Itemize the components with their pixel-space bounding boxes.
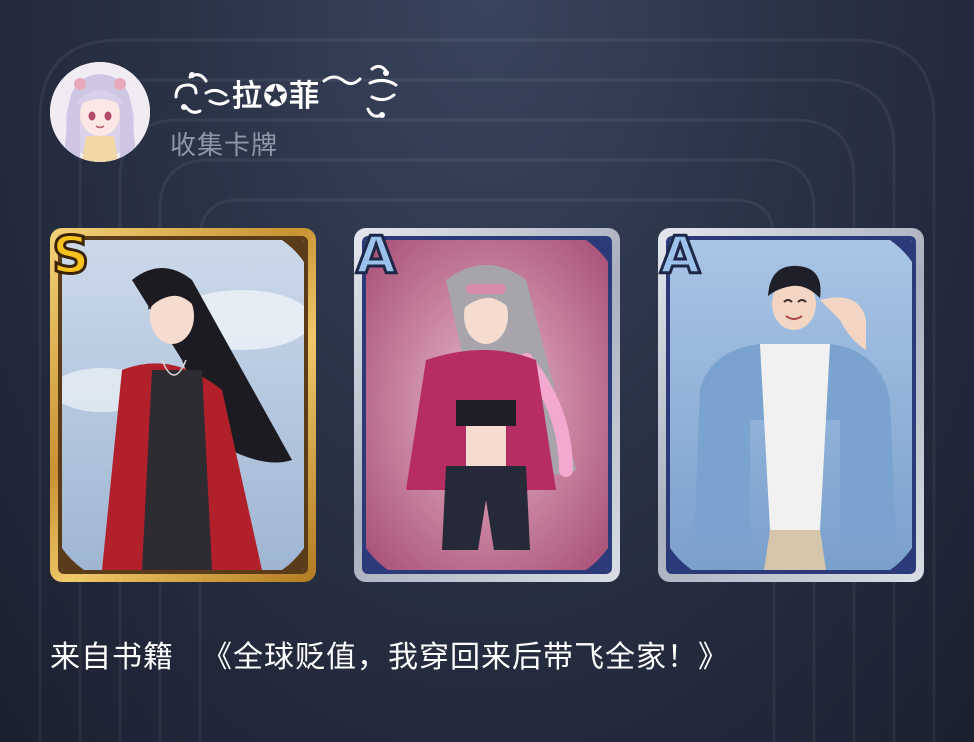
corner-ornament-icon: [890, 240, 912, 262]
book-title-link[interactable]: 《全球贬值，我穿回来后带飞全家！》: [202, 640, 729, 675]
card-s-rank[interactable]: S: [50, 228, 316, 582]
corner-ornament-icon: [586, 548, 608, 570]
card-collection-page: 拉✪菲 收集卡牌 S A A 来自书籍 《全球贬值，我穿回来后带飞全家！》: [0, 0, 974, 742]
profile-header: 拉✪菲 收集卡牌: [50, 62, 402, 162]
flourish-right-icon: [322, 63, 402, 123]
source-label: 来自书籍: [50, 640, 174, 675]
corner-ornament-icon: [670, 548, 692, 570]
corner-ornament-icon: [890, 548, 912, 570]
book-source: 来自书籍 《全球贬值，我穿回来后带飞全家！》: [50, 632, 729, 676]
corner-ornament-icon: [282, 548, 304, 570]
card-art-s: [62, 240, 304, 570]
card-a-rank[interactable]: A: [658, 228, 924, 582]
corner-ornament-icon: [366, 548, 388, 570]
rank-badge-a: A: [354, 226, 397, 286]
corner-ornament-icon: [586, 240, 608, 262]
corner-ornament-icon: [282, 240, 304, 262]
card-art-a1: [366, 240, 608, 570]
card-art-a2: [670, 240, 912, 570]
avatar[interactable]: [50, 62, 150, 162]
username[interactable]: 拉✪菲: [232, 71, 320, 115]
flourish-left-icon: [170, 67, 230, 119]
corner-ornament-icon: [62, 548, 84, 570]
avatar-girl-icon: [50, 62, 150, 162]
username-row: 拉✪菲: [170, 63, 402, 123]
name-block: 拉✪菲 收集卡牌: [170, 63, 402, 162]
card-list: S A A: [50, 228, 924, 582]
rank-badge-a: A: [658, 226, 701, 286]
card-a-rank[interactable]: A: [354, 228, 620, 582]
page-subtitle: 收集卡牌: [170, 130, 279, 161]
rank-badge-s: S: [50, 226, 90, 286]
